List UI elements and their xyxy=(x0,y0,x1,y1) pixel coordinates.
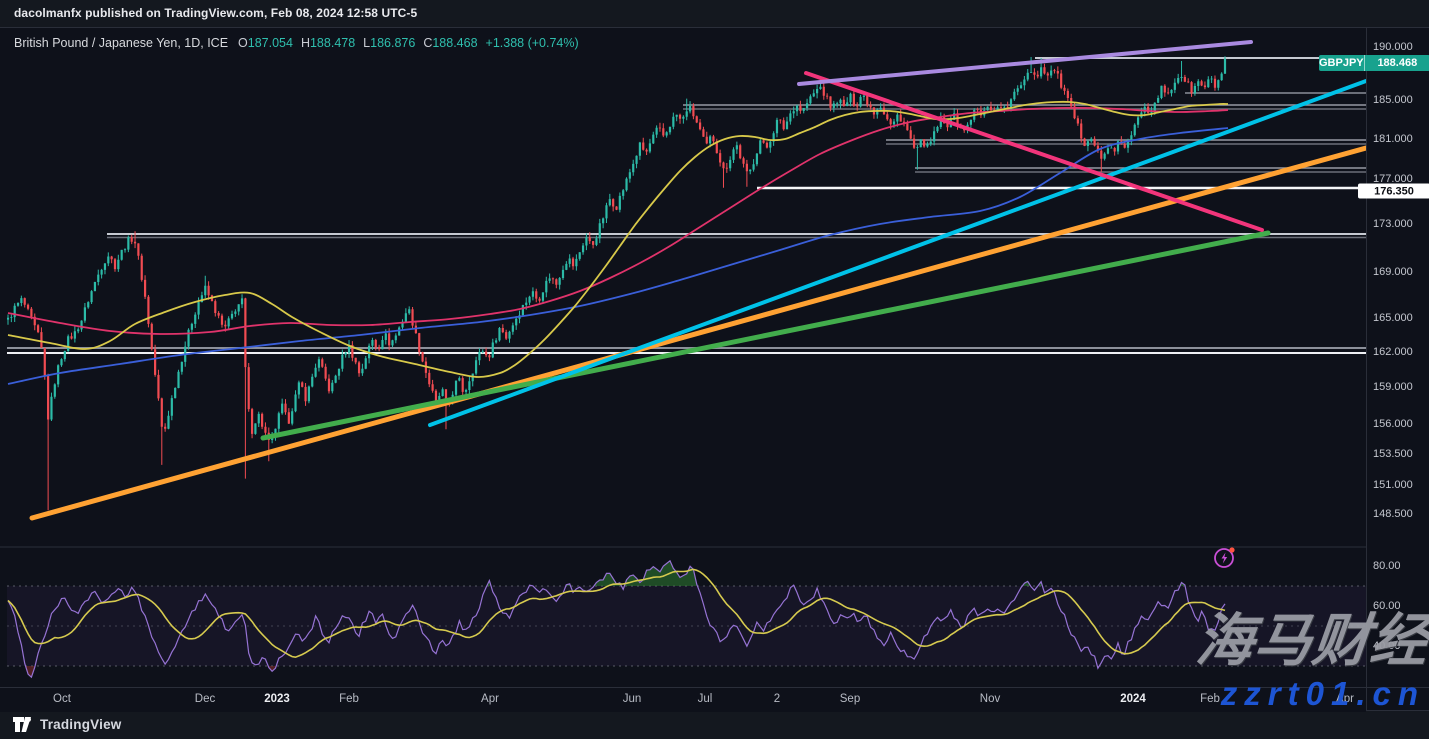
time-axis-label: Apr xyxy=(481,693,499,705)
time-axis-label: Sep xyxy=(840,693,860,705)
price-axis[interactable]: 190.000185.000181.000177.000173.000169.0… xyxy=(1366,28,1429,687)
tradingview-published-chart: dacolmanfx published on TradingView.com,… xyxy=(0,0,1429,739)
time-axis-label: Nov xyxy=(980,693,1000,705)
chart-area[interactable]: British Pound / Japanese Yen, 1D, ICE O18… xyxy=(0,27,1429,711)
badge-symbol: GBPJPY xyxy=(1319,57,1364,69)
flash-idea-icon[interactable] xyxy=(1212,544,1238,575)
last-price-badge: GBPJPY 188.468 xyxy=(1319,55,1429,71)
time-axis-label: Jun xyxy=(623,693,642,705)
ohlc-pair: L186.876 xyxy=(363,36,415,50)
watermark-url: zzrt01.cn xyxy=(1221,675,1425,713)
ohlc-pair: O187.054 xyxy=(238,36,293,50)
price-axis-label: 181.000 xyxy=(1373,133,1413,145)
change-value: +1.388 (+0.74%) xyxy=(486,36,579,50)
price-axis-label: 159.000 xyxy=(1373,381,1413,393)
tradingview-logo-icon xyxy=(12,716,33,733)
price-axis-label: 156.000 xyxy=(1373,418,1413,430)
price-axis-label: 173.000 xyxy=(1373,218,1413,230)
level-price-badge: 176.350 xyxy=(1358,184,1429,199)
time-axis-label: Dec xyxy=(195,693,215,705)
time-axis-label: 2 xyxy=(774,693,780,705)
tradingview-brand[interactable]: TradingView xyxy=(12,716,121,733)
time-axis[interactable]: OctDec2023FebAprJunJul2SepNov2024FebApr xyxy=(0,687,1366,712)
price-axis-label: 165.000 xyxy=(1373,312,1413,324)
time-axis-label: 2023 xyxy=(264,693,290,705)
time-axis-label: Oct xyxy=(53,693,71,705)
price-axis-label: 169.000 xyxy=(1373,266,1413,278)
ohlc-pair: C188.468 xyxy=(423,36,477,50)
time-axis-label: 2024 xyxy=(1120,693,1146,705)
price-axis-label: 151.000 xyxy=(1373,479,1413,491)
footer-bar: TradingView xyxy=(0,710,1429,739)
time-axis-label: Feb xyxy=(339,693,359,705)
publish-attribution: dacolmanfx published on TradingView.com,… xyxy=(14,6,417,20)
price-axis-label: 190.000 xyxy=(1373,41,1413,53)
ohlc-pair: H188.478 xyxy=(301,36,355,50)
time-axis-label: Jul xyxy=(698,693,713,705)
price-axis-label: 162.000 xyxy=(1373,346,1413,358)
ohlc-values: O187.054 H188.478 L186.876 C188.468 xyxy=(238,36,486,50)
badge-price: 188.468 xyxy=(1365,57,1429,69)
rsi-axis-label: 80.00 xyxy=(1373,560,1401,572)
symbol-legend: British Pound / Japanese Yen, 1D, ICE O18… xyxy=(14,36,579,50)
watermark-chinese: 海马财经 xyxy=(1193,595,1429,677)
price-axis-label: 148.500 xyxy=(1373,508,1413,520)
time-axis-label: Feb xyxy=(1200,693,1220,705)
brand-name: TradingView xyxy=(40,717,121,732)
symbol-title: British Pound / Japanese Yen, 1D, ICE xyxy=(14,36,228,50)
publish-header: dacolmanfx published on TradingView.com,… xyxy=(0,0,1429,27)
price-axis-label: 185.000 xyxy=(1373,94,1413,106)
price-axis-label: 153.500 xyxy=(1373,448,1413,460)
